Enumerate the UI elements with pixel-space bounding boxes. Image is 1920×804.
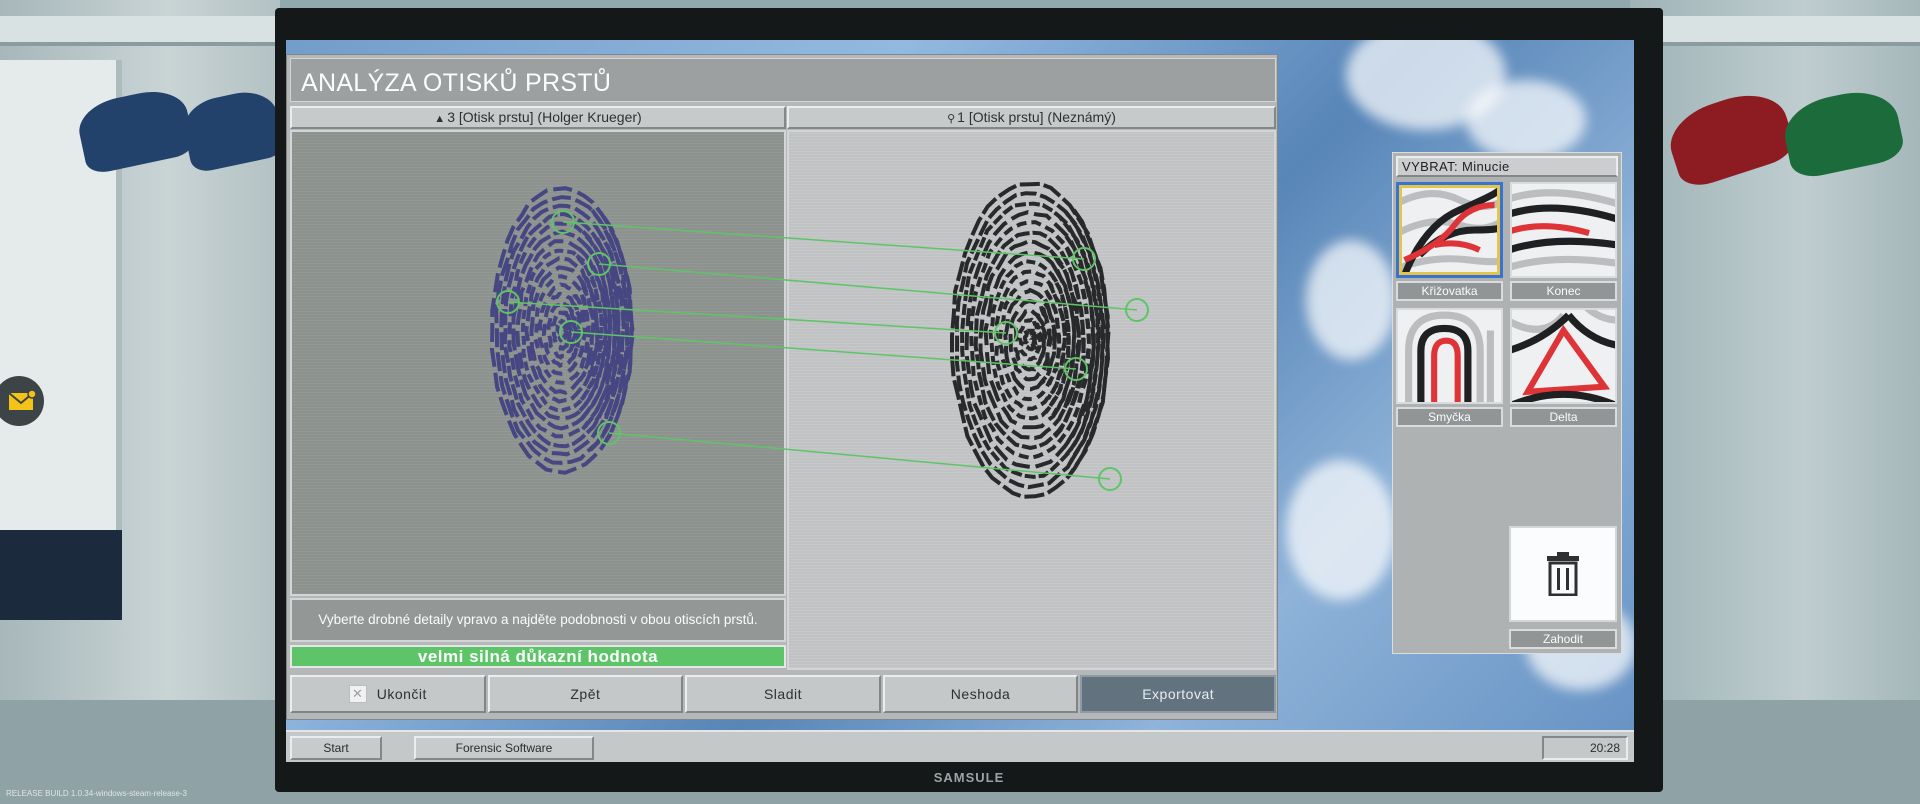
evidence-value-bar: velmi silná důkazní hodnota xyxy=(290,645,786,668)
mail-icon xyxy=(8,389,37,410)
game-scene: SAMSULE ANALÝZA OTISKŮ PRSTŮ ▲ 3 [Otisk p… xyxy=(0,0,1920,804)
taskbar-window-button[interactable]: Forensic Software xyxy=(414,736,594,760)
left-shelf xyxy=(0,16,280,46)
reference-fingerprint xyxy=(489,186,635,475)
delta-icon xyxy=(1505,302,1622,411)
ending-label: Konec xyxy=(1510,281,1617,301)
bifurcation-label: Křižovatka xyxy=(1396,281,1503,301)
taskbar: Start Forensic Software 20:28 xyxy=(286,730,1634,762)
export-button[interactable]: Exportovat xyxy=(1080,675,1276,713)
taskbar-clock: 20:28 xyxy=(1542,736,1628,760)
quit-label: Ukončit xyxy=(376,686,427,702)
panel-title: VYBRAT: Minucie xyxy=(1396,156,1618,177)
trash-icon xyxy=(1547,552,1579,596)
cloud xyxy=(1286,460,1396,600)
right-shelf xyxy=(1630,16,1920,46)
start-button[interactable]: Start xyxy=(290,736,382,760)
bifurcation-icon xyxy=(1392,187,1513,277)
close-icon: ✕ xyxy=(348,685,367,703)
discard-button[interactable] xyxy=(1509,526,1617,622)
action-buttons: ✕ Ukončit Zpět Sladit Neshoda Exportovat xyxy=(290,675,1276,715)
mismatch-button[interactable]: Neshoda xyxy=(882,675,1079,713)
minutiae-selection-panel: VYBRAT: Minucie Křižovatka Konec Smyčka … xyxy=(1392,152,1622,654)
ridge-ending-icon xyxy=(1506,189,1621,272)
unknown-fingerprint xyxy=(950,181,1111,499)
minutia-bifurcation-tile[interactable] xyxy=(1392,182,1513,278)
cloud xyxy=(1466,80,1586,160)
match-button[interactable]: Sladit xyxy=(685,675,881,713)
back-button[interactable]: Zpět xyxy=(487,675,684,713)
ridge-line xyxy=(1022,324,1039,352)
quit-button[interactable]: ✕ Ukončit xyxy=(290,675,486,713)
fingerprint-analysis-window: ANALÝZA OTISKŮ PRSTŮ ▲ 3 [Otisk prstu] (H… xyxy=(286,54,1278,720)
minutia-delta-tile[interactable] xyxy=(1505,302,1622,411)
build-info: RELEASE BUILD 1.0.34-windows-steam-relea… xyxy=(6,789,187,798)
minutia-ending-tile[interactable] xyxy=(1506,182,1621,278)
left-cabinet-panel xyxy=(0,530,122,620)
discard-label: Zahodit xyxy=(1509,629,1617,649)
instruction-text: Vyberte drobné detaily vpravo a najděte … xyxy=(290,598,786,642)
loop-label: Smyčka xyxy=(1396,407,1503,427)
monitor-brand: SAMSULE xyxy=(933,770,1005,785)
cloud xyxy=(1306,240,1396,360)
desktop-screen: ANALÝZA OTISKŮ PRSTŮ ▲ 3 [Otisk prstu] (H… xyxy=(286,40,1634,762)
delta-label: Delta xyxy=(1510,407,1617,427)
match-line xyxy=(562,221,1085,260)
loop-icon xyxy=(1405,311,1494,408)
minutia-loop-tile[interactable] xyxy=(1396,308,1503,408)
